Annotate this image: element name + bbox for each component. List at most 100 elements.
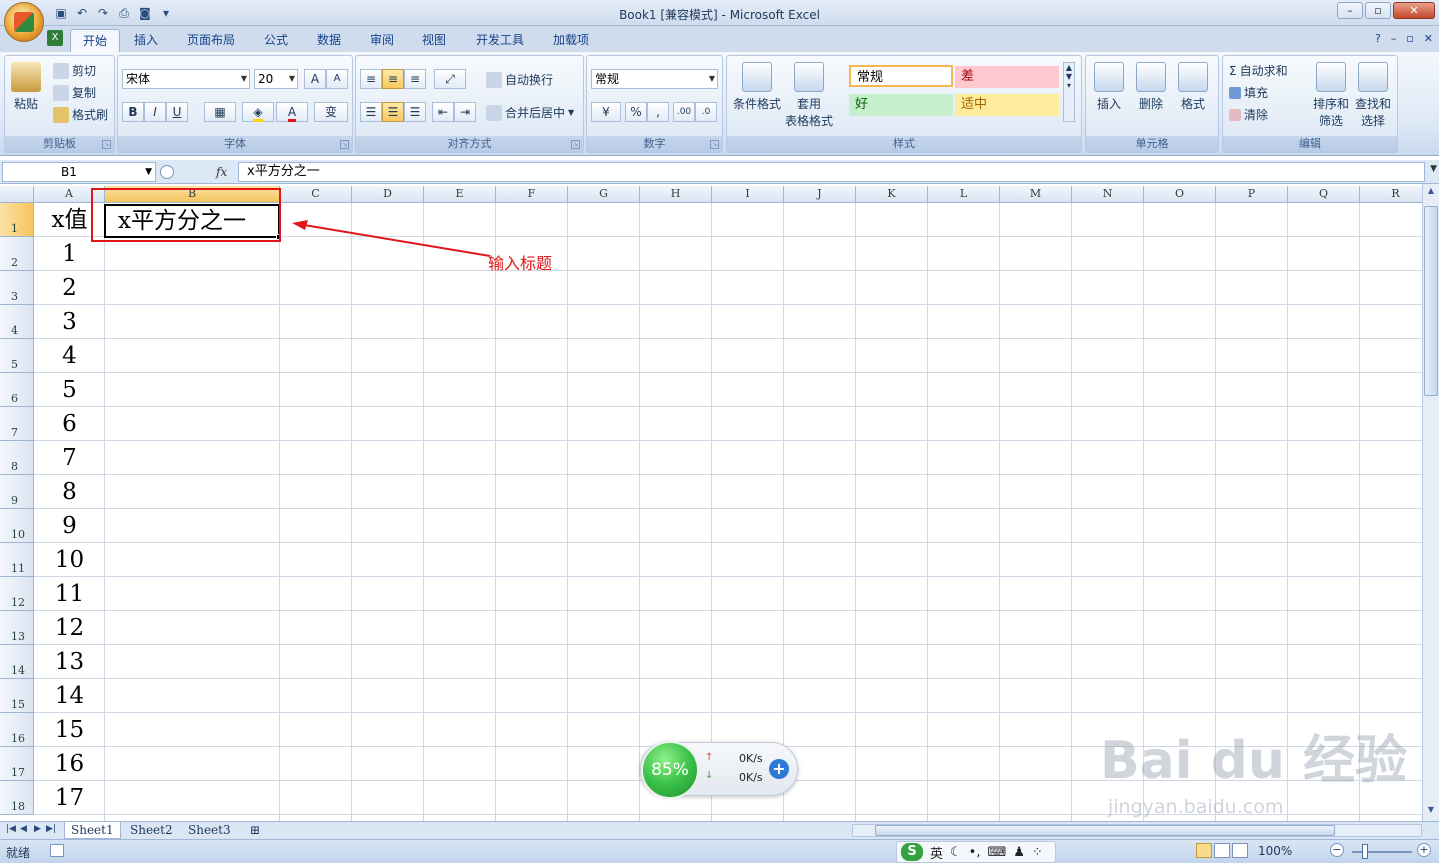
formula-bar-expand-icon[interactable]: ▼ xyxy=(1430,164,1437,174)
help-icon[interactable]: ? xyxy=(1375,32,1381,45)
percent-button[interactable]: % xyxy=(625,102,647,122)
wrap-text-button[interactable]: 自动换行 xyxy=(486,71,553,88)
fill-button[interactable]: 填充 xyxy=(1229,84,1268,101)
vertical-scrollbar[interactable]: ▲ ▼ xyxy=(1422,184,1439,821)
shrink-font-button[interactable]: A xyxy=(326,69,348,89)
sort-filter-button[interactable]: 排序和 筛选 xyxy=(1313,62,1349,129)
format-painter-button[interactable]: 格式刷 xyxy=(53,106,108,123)
tab-insert[interactable]: 插入 xyxy=(122,29,170,52)
align-top-button[interactable]: ≡ xyxy=(360,69,382,89)
cell-a18[interactable]: 17 xyxy=(34,781,105,815)
column-header-p[interactable]: P xyxy=(1216,186,1288,203)
styles-scroll[interactable]: ▲ ▼ ▾ xyxy=(1063,62,1075,122)
font-launcher-icon[interactable]: ↘ xyxy=(340,140,349,149)
bold-button[interactable]: B xyxy=(122,102,144,122)
align-bottom-button[interactable]: ≡ xyxy=(404,69,426,89)
name-box[interactable]: B1 ▼ xyxy=(2,162,156,182)
close-icon[interactable]: ✕ xyxy=(1393,2,1435,19)
cell-a6[interactable]: 5 xyxy=(34,373,105,407)
clear-button[interactable]: 清除 xyxy=(1229,106,1268,123)
orientation-button[interactable]: ⤢ xyxy=(434,69,466,89)
cell-a12[interactable]: 11 xyxy=(34,577,105,611)
decrease-indent-button[interactable]: ⇤ xyxy=(432,102,454,122)
minimize-icon[interactable]: – xyxy=(1337,2,1363,19)
format-cells-button[interactable]: 格式 xyxy=(1178,62,1208,112)
decrease-decimal-button[interactable]: .0 xyxy=(695,102,717,122)
insert-sheet-icon[interactable]: ⊞ xyxy=(244,822,266,839)
italic-button[interactable]: I xyxy=(144,102,166,122)
autosum-button[interactable]: Σ 自动求和 xyxy=(1229,62,1288,79)
find-select-button[interactable]: 查找和 选择 xyxy=(1355,62,1391,129)
page-layout-view-icon[interactable] xyxy=(1214,843,1230,858)
formula-input[interactable]: x平方分之一 xyxy=(238,162,1425,182)
alignment-launcher-icon[interactable]: ↘ xyxy=(571,140,580,149)
currency-button[interactable]: ¥ xyxy=(591,102,621,122)
moon-icon[interactable]: ☾ xyxy=(950,845,962,860)
insert-cells-button[interactable]: 插入 xyxy=(1094,62,1124,112)
format-as-table-button[interactable]: 套用 表格格式 xyxy=(785,62,833,129)
row-header[interactable]: 5 xyxy=(0,339,34,373)
column-header-k[interactable]: K xyxy=(856,186,928,203)
memory-usage-ball[interactable]: 85% xyxy=(641,741,699,799)
column-header-g[interactable]: G xyxy=(568,186,640,203)
row-header[interactable]: 8 xyxy=(0,441,34,475)
cell-a5[interactable]: 4 xyxy=(34,339,105,373)
keyboard-icon[interactable]: ⌨ xyxy=(987,845,1006,860)
column-header-c[interactable]: C xyxy=(280,186,352,203)
comma-button[interactable]: , xyxy=(647,102,669,122)
font-color-button[interactable]: A xyxy=(276,102,308,122)
zoom-out-icon[interactable]: − xyxy=(1330,843,1344,857)
ime-mode-label[interactable]: 英 xyxy=(930,843,943,862)
row-header[interactable]: 16 xyxy=(0,713,34,747)
clipboard-launcher-icon[interactable]: ↘ xyxy=(102,140,111,149)
align-center-button[interactable]: ☰ xyxy=(382,102,404,122)
scroll-down-icon[interactable]: ▼ xyxy=(1425,805,1437,819)
row-header[interactable]: 13 xyxy=(0,611,34,645)
style-neutral[interactable]: 适中 xyxy=(955,94,1059,116)
scroll-up-icon[interactable]: ▲ xyxy=(1425,186,1437,200)
row-header[interactable]: 12 xyxy=(0,577,34,611)
style-normal[interactable]: 常规 xyxy=(849,65,953,87)
sheet-tab-1[interactable]: Sheet1 xyxy=(64,822,121,839)
cell-a14[interactable]: 13 xyxy=(34,645,105,679)
row-header[interactable]: 14 xyxy=(0,645,34,679)
cell-a8[interactable]: 7 xyxy=(34,441,105,475)
punctuation-icon[interactable]: •, xyxy=(969,845,981,860)
row-header[interactable]: 17 xyxy=(0,747,34,781)
cell-a4[interactable]: 3 xyxy=(34,305,105,339)
row-header[interactable]: 1 xyxy=(0,203,34,237)
number-launcher-icon[interactable]: ↘ xyxy=(710,140,719,149)
tab-formulas[interactable]: 公式 xyxy=(252,29,300,52)
select-all-corner[interactable] xyxy=(0,186,34,203)
cell-a7[interactable]: 6 xyxy=(34,407,105,441)
cell-a16[interactable]: 15 xyxy=(34,713,105,747)
plus-icon[interactable]: + xyxy=(769,759,789,779)
merge-center-button[interactable]: 合并后居中 ▼ xyxy=(486,104,574,121)
column-header-h[interactable]: H xyxy=(640,186,712,203)
office-button[interactable] xyxy=(4,2,44,42)
worksheet-grid[interactable]: A B C D E F G H I J K L M N O P Q R 1 x值 2 1 3 2 4 3 5 4 6 5 7 6 8 7 9 8 10 9… xyxy=(0,186,1422,821)
phonetic-button[interactable]: 变 xyxy=(314,102,348,122)
ribbon-restore-icon[interactable]: ▫ xyxy=(1406,32,1413,45)
cell-a11[interactable]: 10 xyxy=(34,543,105,577)
tab-home[interactable]: 开始 xyxy=(70,29,121,52)
font-size-combo[interactable]: 20 ▼ xyxy=(254,69,298,89)
row-header[interactable]: 11 xyxy=(0,543,34,577)
cut-button[interactable]: 剪切 xyxy=(53,62,96,79)
style-good[interactable]: 好 xyxy=(849,94,953,116)
row-header[interactable]: 3 xyxy=(0,271,34,305)
tab-page-layout[interactable]: 页面布局 xyxy=(175,29,247,52)
column-header-m[interactable]: M xyxy=(1000,186,1072,203)
align-right-button[interactable]: ☰ xyxy=(404,102,426,122)
underline-button[interactable]: U xyxy=(166,102,188,122)
formula-expand-handle[interactable] xyxy=(160,165,174,179)
prev-sheet-icon[interactable]: ◀ xyxy=(20,824,27,834)
row-header[interactable]: 9 xyxy=(0,475,34,509)
column-header-e[interactable]: E xyxy=(424,186,496,203)
conditional-format-button[interactable]: 条件格式 xyxy=(733,62,781,112)
zoom-slider-knob[interactable] xyxy=(1362,844,1368,859)
tab-view[interactable]: 视图 xyxy=(410,29,458,52)
ribbon-minimize-icon[interactable]: – xyxy=(1391,32,1397,45)
macro-record-icon[interactable] xyxy=(50,844,64,857)
row-header[interactable]: 4 xyxy=(0,305,34,339)
